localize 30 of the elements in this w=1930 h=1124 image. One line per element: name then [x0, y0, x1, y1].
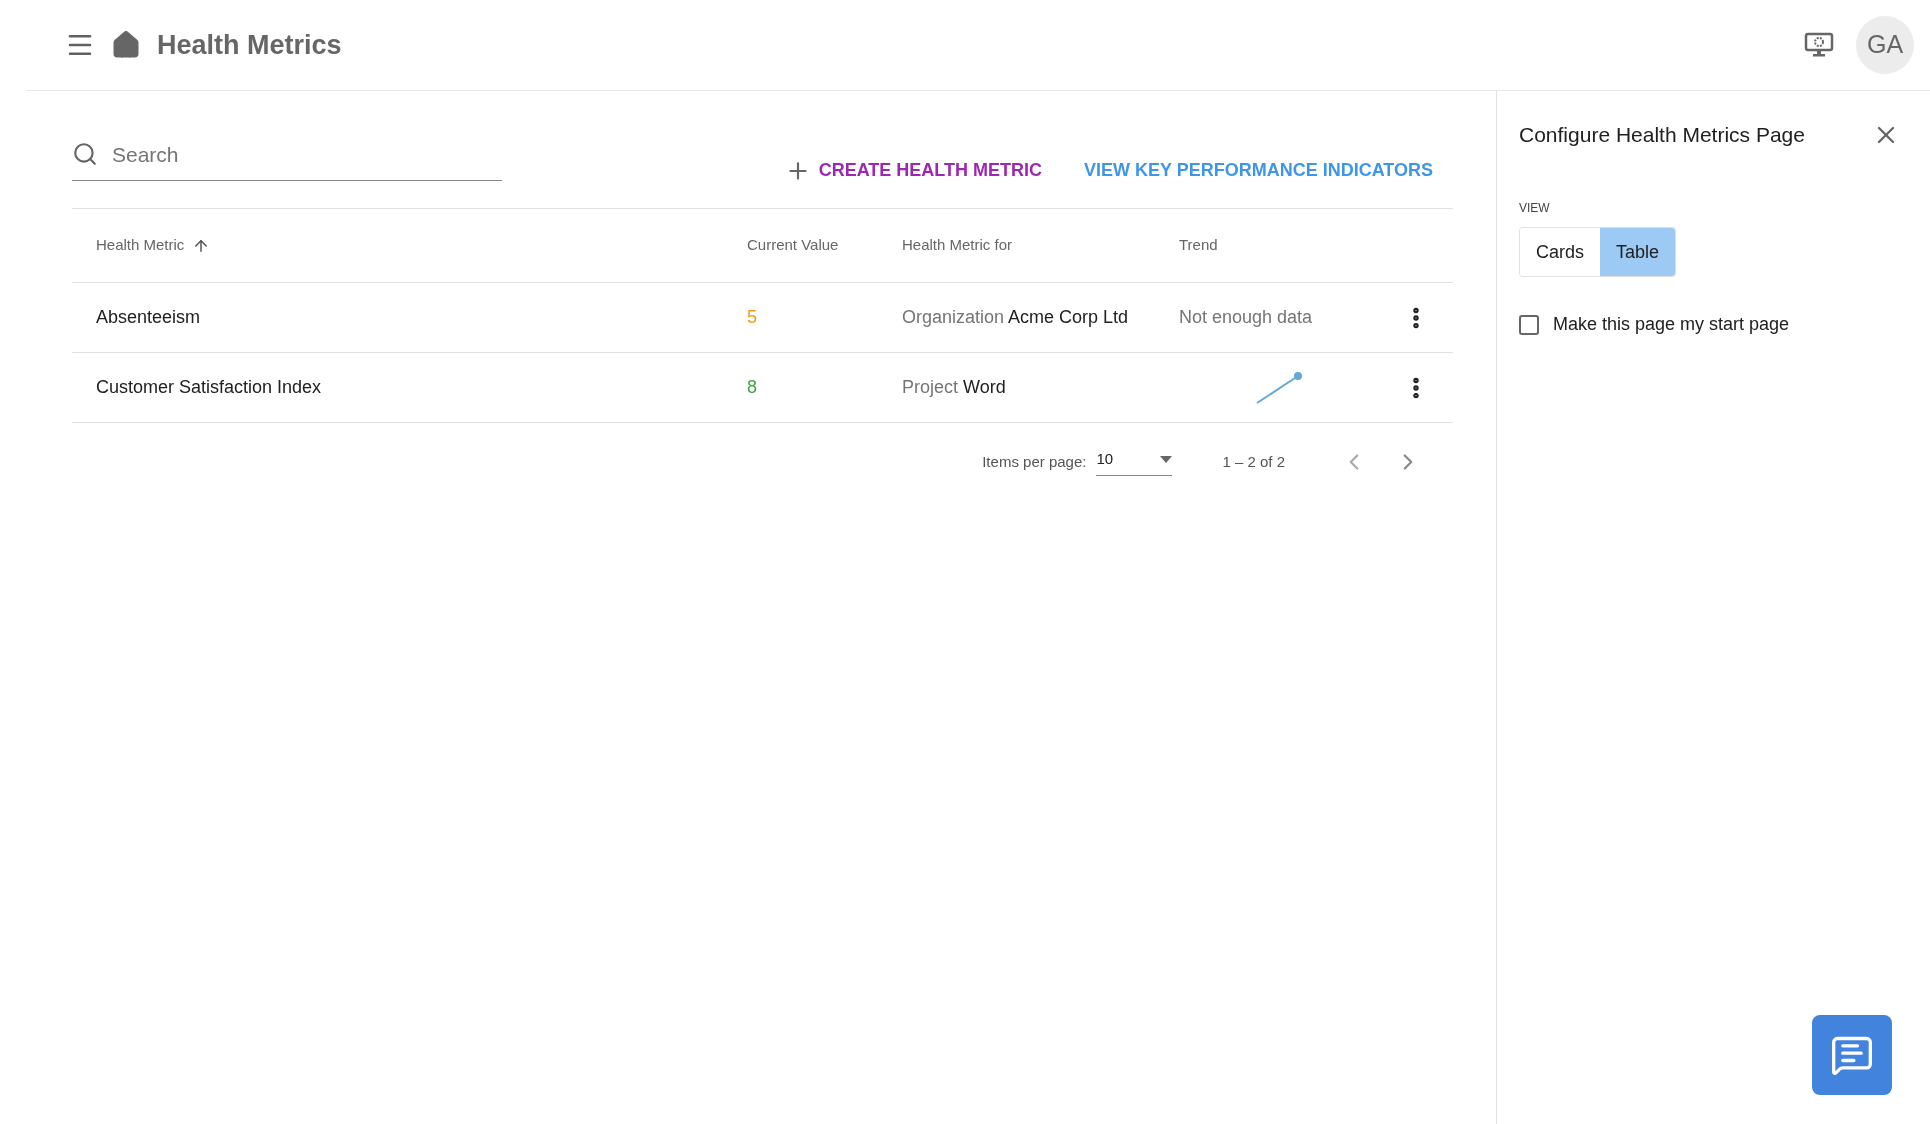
page-size-select[interactable]: 10 — [1096, 448, 1173, 476]
panel-title: Configure Health Metrics Page — [1519, 122, 1805, 149]
table-cell-text: 8 — [747, 376, 757, 399]
checkbox[interactable] — [1519, 314, 1539, 335]
column-header[interactable]: Trend — [1179, 234, 1218, 257]
user-avatar[interactable]: GA — [1856, 16, 1914, 74]
view-label: VIEW — [1519, 200, 1550, 217]
column-header[interactable]: Current Value — [747, 234, 839, 257]
create-button[interactable]: CREATE HEALTH METRIC — [784, 157, 1042, 184]
dropdown-icon — [1160, 456, 1173, 463]
column-header[interactable]: Health Metric — [96, 234, 185, 257]
table-cell-text: Organization Acme Corp Ltd — [902, 306, 1129, 329]
search-icon — [72, 141, 98, 168]
table-cell-text: Absenteeism — [96, 306, 201, 329]
home-icon[interactable] — [111, 30, 141, 60]
page-title: Health Metrics — [157, 28, 342, 62]
column-header[interactable]: Health Metric for — [902, 234, 1013, 257]
search-field[interactable]: Search — [112, 138, 502, 170]
sparkline — [1255, 369, 1305, 406]
table-cell-text: 5 — [747, 306, 757, 329]
table-cell-text: Project Word — [902, 376, 1006, 399]
monitor-gear-icon[interactable] — [1804, 32, 1834, 58]
table-cell-text: Customer Satisfaction Index — [96, 376, 322, 399]
view-toggle[interactable]: Table — [1600, 228, 1676, 276]
kpi-link[interactable]: VIEW KEY PERFORMANCE INDICATORS — [1083, 157, 1433, 184]
checkbox-label: Make this page my start page — [1553, 313, 1790, 336]
table-cell-text: Not enough data — [1179, 306, 1313, 329]
page-range: 1 – 2 of 2 — [1222, 451, 1285, 472]
chat-button[interactable] — [1812, 1015, 1892, 1095]
items-per-page-label: Items per page: — [982, 451, 1087, 472]
